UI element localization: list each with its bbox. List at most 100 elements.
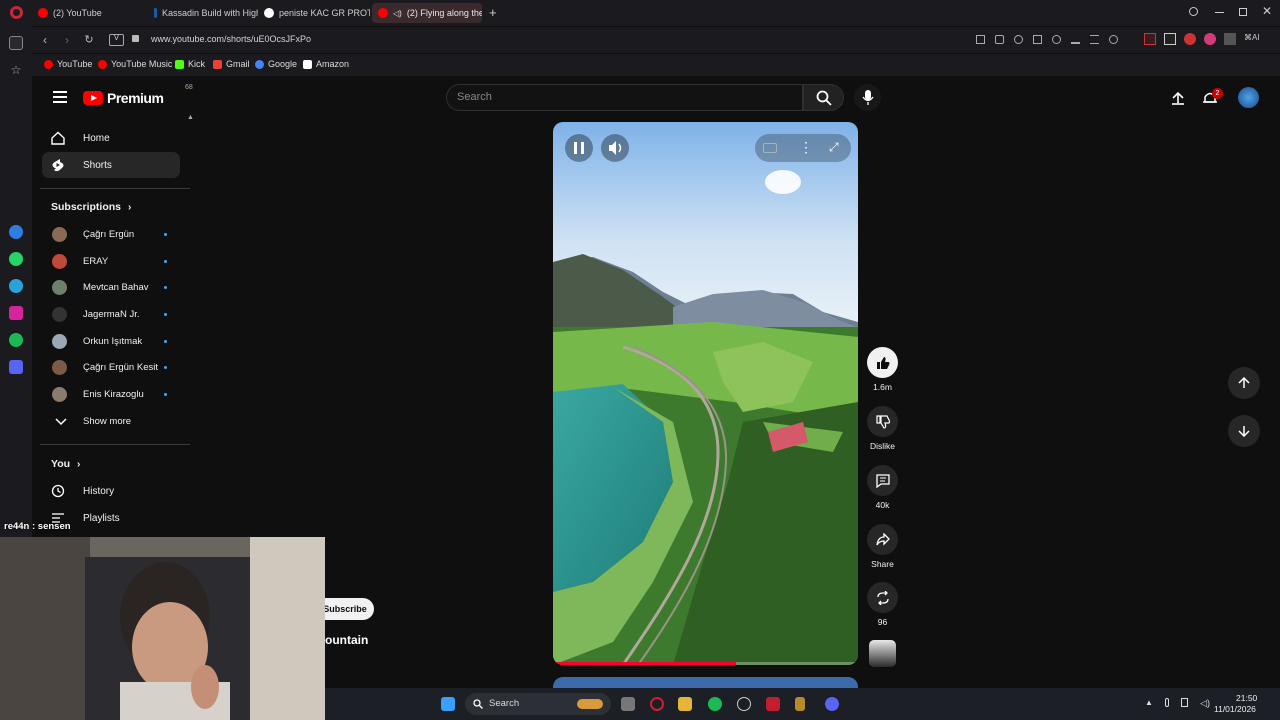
- share-action[interactable]: Share: [866, 524, 899, 569]
- network-icon[interactable]: [1181, 698, 1189, 707]
- scrollbar-up-arrow[interactable]: ▲: [187, 114, 194, 121]
- app-taskbar-icon[interactable]: [795, 697, 805, 711]
- subscription-item[interactable]: Çağrı Ergün Kesit: [49, 357, 179, 379]
- steam-taskbar-icon[interactable]: [737, 697, 751, 711]
- fullscreen-icon[interactable]: ⤢: [829, 140, 839, 155]
- progress-track[interactable]: [553, 662, 858, 665]
- sound-thumbnail[interactable]: [869, 640, 896, 667]
- close-window-icon[interactable]: ✕: [1262, 4, 1272, 18]
- extension-icon[interactable]: [1144, 33, 1156, 45]
- edit-icon[interactable]: [976, 35, 985, 44]
- extension-icon[interactable]: [1224, 33, 1236, 45]
- remix-button[interactable]: [867, 582, 898, 613]
- play-icon[interactable]: [1033, 35, 1042, 44]
- forward-icon[interactable]: ›: [60, 33, 74, 47]
- bookmark-gmail[interactable]: Gmail: [213, 59, 250, 69]
- tab-search-icon[interactable]: [1189, 7, 1198, 16]
- subscriptions-heading[interactable]: Subscriptions ›: [51, 201, 131, 213]
- sidebar-item-home[interactable]: Home: [42, 125, 180, 151]
- remix-action[interactable]: 96: [866, 582, 899, 627]
- taskbar-search[interactable]: Search: [465, 693, 611, 715]
- search-input[interactable]: Search: [446, 84, 803, 111]
- whatsapp-icon[interactable]: [9, 252, 23, 266]
- file-explorer-icon[interactable]: [678, 697, 692, 711]
- show-more-button[interactable]: Show more: [49, 411, 179, 433]
- telegram-icon[interactable]: [9, 279, 23, 293]
- instagram-icon[interactable]: [9, 306, 23, 320]
- menu-icon[interactable]: [1090, 35, 1099, 44]
- star-icon[interactable]: ☆: [9, 63, 23, 77]
- heart-icon[interactable]: [1052, 35, 1061, 44]
- previous-short-button[interactable]: [1228, 367, 1260, 399]
- opera-taskbar-icon[interactable]: [650, 697, 664, 711]
- tab-active-short[interactable]: ◁) (2) Flying along the m: [372, 3, 482, 23]
- camera-icon[interactable]: [995, 35, 1004, 44]
- subscription-item[interactable]: ERAY: [49, 251, 179, 273]
- extension-icon[interactable]: [1204, 33, 1216, 45]
- next-short-preview[interactable]: [553, 677, 858, 688]
- bookmark-amazon[interactable]: Amazon: [303, 59, 349, 69]
- more-options-icon[interactable]: ⋮: [799, 139, 813, 156]
- messenger-icon[interactable]: [9, 225, 23, 239]
- short-video-player[interactable]: ⋮ ⤢: [553, 122, 858, 665]
- back-icon[interactable]: ‹: [38, 33, 52, 47]
- captions-icon[interactable]: [763, 143, 777, 153]
- extension-icon[interactable]: [1184, 33, 1196, 45]
- download-icon[interactable]: [1071, 35, 1080, 44]
- subscription-item[interactable]: Mevtcan Bahav: [49, 277, 179, 299]
- comments-button[interactable]: [867, 465, 898, 496]
- you-heading[interactable]: You ›: [51, 458, 80, 470]
- profile-icon[interactable]: [1109, 35, 1118, 44]
- opera-home-icon[interactable]: [9, 36, 23, 50]
- subscription-item[interactable]: Orkun Işıtmak: [49, 331, 179, 353]
- next-short-button[interactable]: [1228, 415, 1260, 447]
- dislike-button[interactable]: [867, 406, 898, 437]
- tab-google-search[interactable]: peniste KAC GR PROTEIN: [258, 3, 370, 23]
- comments-action[interactable]: 40k: [866, 465, 899, 510]
- discord-taskbar-icon[interactable]: [825, 697, 839, 711]
- player-icon[interactable]: [9, 360, 23, 374]
- app-taskbar-icon[interactable]: [766, 697, 780, 711]
- url-text[interactable]: www.youtube.com/shorts/uE0OcsJFxPo: [151, 34, 311, 44]
- microphone-icon[interactable]: [1164, 698, 1170, 707]
- voice-search-button[interactable]: [854, 84, 881, 111]
- vpn-badge[interactable]: V: [109, 34, 124, 46]
- subscription-item[interactable]: Enis Kirazoglu: [49, 384, 179, 406]
- like-action[interactable]: 1.6m: [866, 347, 899, 392]
- taskbar-date[interactable]: 11/01/2026: [1214, 704, 1256, 714]
- opera-logo-icon[interactable]: [10, 6, 23, 19]
- bookmark-kick[interactable]: Kick: [175, 59, 205, 69]
- sidebar-item-shorts[interactable]: Shorts: [42, 152, 180, 178]
- youtube-premium-logo[interactable]: Premium 68: [83, 84, 193, 106]
- avatar[interactable]: [1238, 87, 1259, 108]
- volume-icon[interactable]: ◁): [1200, 698, 1210, 710]
- maximize-icon[interactable]: [1239, 8, 1247, 16]
- reload-icon[interactable]: ↻: [82, 33, 96, 46]
- tab-kassadin[interactable]: Kassadin Build with Highe: [148, 3, 258, 23]
- like-button[interactable]: [867, 347, 898, 378]
- new-tab-button[interactable]: +: [489, 5, 497, 20]
- subscription-item[interactable]: JagermaN Jr.: [49, 304, 179, 326]
- bookmark-youtube[interactable]: YouTube: [44, 59, 92, 69]
- hamburger-menu-icon[interactable]: [53, 91, 67, 103]
- dislike-action[interactable]: Dislike: [866, 406, 899, 451]
- ai-icon[interactable]: ⌘AI: [1244, 33, 1266, 45]
- tab-youtube[interactable]: (2) YouTube: [32, 3, 142, 23]
- share-button[interactable]: [867, 524, 898, 555]
- pause-button[interactable]: [565, 134, 593, 162]
- shield-icon[interactable]: [1014, 35, 1023, 44]
- bookmark-google[interactable]: Google: [255, 59, 297, 69]
- taskbar-time[interactable]: 21:50: [1236, 693, 1257, 703]
- spotify-taskbar-icon[interactable]: [708, 697, 722, 711]
- minimize-icon[interactable]: [1215, 12, 1224, 13]
- task-view-icon[interactable]: [621, 697, 635, 711]
- search-button[interactable]: [803, 84, 844, 111]
- sidebar-item-history[interactable]: History: [42, 478, 180, 504]
- subscription-item[interactable]: Çağrı Ergün: [49, 224, 179, 246]
- windows-start-icon[interactable]: [441, 697, 455, 711]
- chevron-up-icon[interactable]: ▲: [1145, 698, 1153, 710]
- spotify-icon[interactable]: [9, 333, 23, 347]
- bookmark-youtube-music[interactable]: YouTube Music: [98, 59, 172, 69]
- extension-icon[interactable]: [1164, 33, 1176, 45]
- upload-icon[interactable]: [1171, 91, 1185, 105]
